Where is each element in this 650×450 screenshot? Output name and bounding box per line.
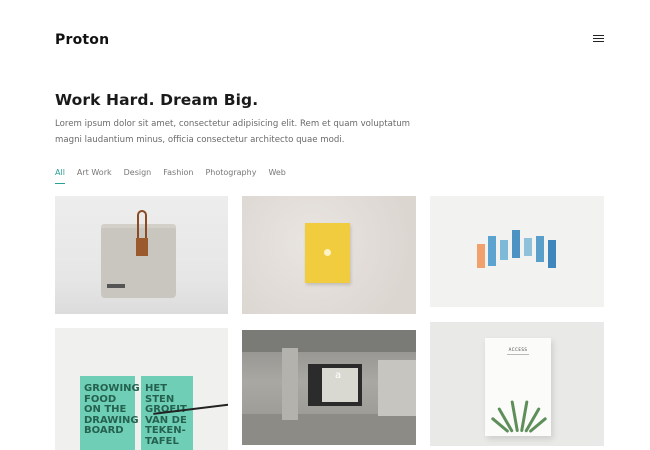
portfolio-item-magazine[interactable]: ACCESS xyxy=(430,322,604,446)
portfolio-item-yellow-book[interactable] xyxy=(242,196,416,314)
yellow-book xyxy=(305,223,350,283)
color-bar xyxy=(500,240,508,260)
filter-web[interactable]: Web xyxy=(268,168,285,184)
color-bar xyxy=(512,230,520,258)
color-bar xyxy=(548,240,556,268)
portfolio-filters: All Art Work Design Fashion Photography … xyxy=(55,168,298,184)
filter-art-work[interactable]: Art Work xyxy=(77,168,112,184)
bag-label xyxy=(107,284,125,288)
pillar xyxy=(282,348,298,420)
portfolio-item-color-bars[interactable] xyxy=(430,196,604,307)
color-bar xyxy=(488,236,496,266)
portfolio-item-bag[interactable] xyxy=(55,196,228,314)
magazine-rule xyxy=(507,354,529,355)
filter-fashion[interactable]: Fashion xyxy=(163,168,193,184)
filter-design[interactable]: Design xyxy=(124,168,152,184)
book-emblem xyxy=(324,249,331,256)
magazine-title: ACCESS xyxy=(508,347,528,352)
book-text-right: HET STEN GROEIT VAN DE TEKEN- TAFEL xyxy=(145,383,187,447)
portfolio-item-green-books[interactable]: GROWING FOOD ON THE DRAWING BOARD HET ST… xyxy=(55,328,228,450)
filter-all[interactable]: All xyxy=(55,168,65,184)
bag-buckle xyxy=(136,238,148,256)
book-text-left: GROWING FOOD ON THE DRAWING BOARD xyxy=(84,383,140,436)
color-bar xyxy=(524,238,532,256)
brand-logo[interactable]: Proton xyxy=(55,32,109,48)
site-header: Proton xyxy=(0,0,650,80)
color-bar xyxy=(536,236,544,262)
ceiling xyxy=(242,330,416,352)
menu-line xyxy=(593,41,604,42)
hero-description: Lorem ipsum dolor sit amet, consectetur … xyxy=(55,119,411,145)
hero-title: Work Hard. Dream Big. xyxy=(55,91,259,109)
color-bar xyxy=(477,244,485,268)
floor xyxy=(242,414,416,445)
magazine: ACCESS xyxy=(485,338,551,436)
menu-line xyxy=(593,38,604,39)
portfolio-item-architecture[interactable]: a xyxy=(242,330,416,445)
filter-photography[interactable]: Photography xyxy=(205,168,256,184)
staircase xyxy=(378,360,416,416)
green-book-left: GROWING FOOD ON THE DRAWING BOARD xyxy=(80,376,140,450)
menu-line xyxy=(593,35,604,36)
sign-letter: a xyxy=(335,370,342,381)
hamburger-menu-icon[interactable] xyxy=(593,34,605,44)
